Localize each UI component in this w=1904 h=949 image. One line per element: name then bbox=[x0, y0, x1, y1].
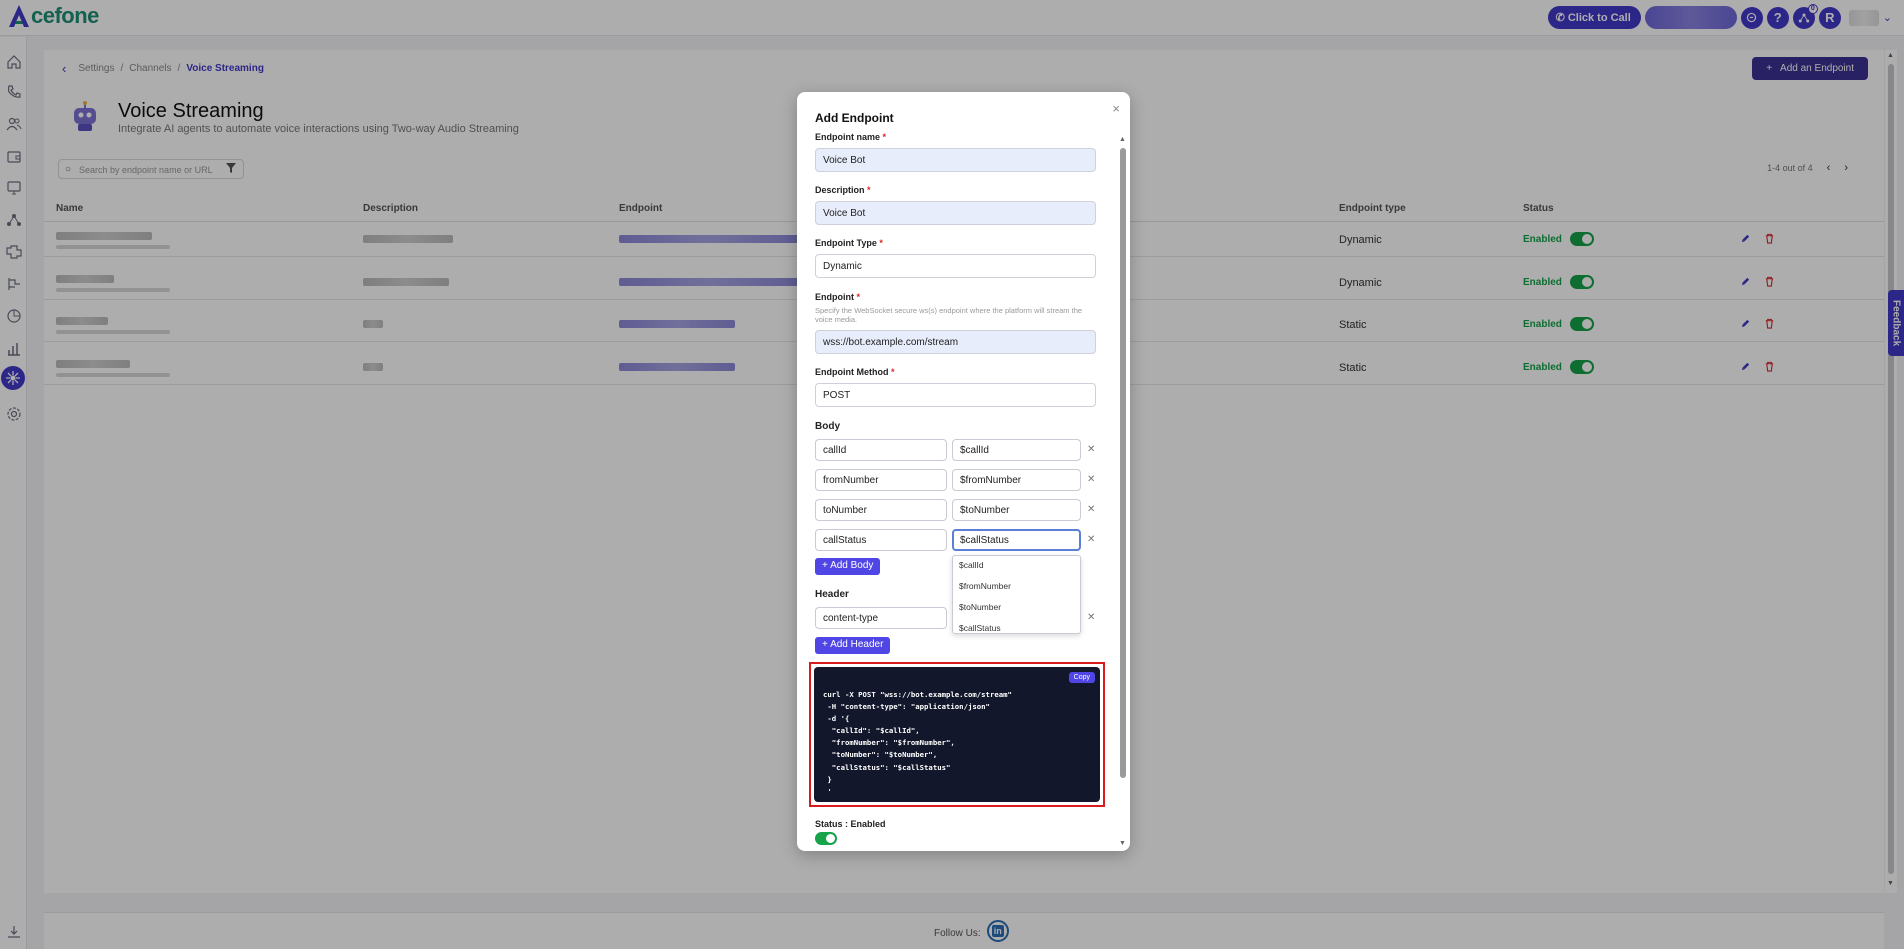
curl-code: curl -X POST "wss://bot.example.com/stre… bbox=[823, 690, 1012, 796]
description-input[interactable]: Voice Bot bbox=[815, 201, 1096, 225]
status-label: Status : Enabled bbox=[815, 819, 886, 829]
endpoint-hint: Specify the WebSocket secure ws(s) endpo… bbox=[815, 306, 1083, 325]
status-toggle[interactable] bbox=[815, 832, 837, 845]
remove-icon[interactable]: ✕ bbox=[1087, 474, 1095, 485]
endpoint-name-input[interactable]: Voice Bot bbox=[815, 148, 1096, 172]
dropdown-option[interactable]: $fromNumber bbox=[959, 581, 1011, 591]
close-icon[interactable]: × bbox=[1112, 101, 1120, 116]
endpoint-method-select[interactable]: POST bbox=[815, 383, 1096, 407]
body-key-input[interactable]: toNumber bbox=[815, 499, 947, 521]
body-key-input[interactable]: fromNumber bbox=[815, 469, 947, 491]
description-label: Description * bbox=[815, 185, 871, 195]
add-body-button[interactable]: + Add Body bbox=[815, 558, 881, 575]
endpoint-url-input[interactable]: wss://bot.example.com/stream bbox=[815, 330, 1096, 354]
remove-icon[interactable]: ✕ bbox=[1087, 444, 1095, 455]
add-header-button[interactable]: + Add Header bbox=[815, 637, 891, 654]
dropdown-option[interactable]: $callStatus bbox=[959, 623, 1001, 633]
copy-button[interactable]: Copy bbox=[1068, 672, 1095, 683]
body-key-input[interactable]: callId bbox=[815, 439, 947, 461]
dropdown-option[interactable]: $toNumber bbox=[959, 602, 1001, 612]
header-key-input[interactable]: content-type bbox=[815, 607, 947, 629]
variable-suggestions-dropdown: $callId $fromNumber $toNumber $callStatu… bbox=[952, 555, 1081, 634]
body-value-input-focused[interactable]: $callStatus bbox=[952, 529, 1081, 551]
endpoint-label: Endpoint * bbox=[815, 292, 861, 302]
scroll-thumb[interactable] bbox=[1120, 148, 1126, 778]
scroll-down-icon[interactable]: ▼ bbox=[1119, 840, 1126, 847]
body-value-input[interactable]: $toNumber bbox=[952, 499, 1081, 521]
remove-icon[interactable]: ✕ bbox=[1087, 504, 1095, 515]
body-value-input[interactable]: $fromNumber bbox=[952, 469, 1081, 491]
curl-preview: Copy curl -X POST "wss://bot.example.com… bbox=[814, 667, 1100, 802]
add-endpoint-modal: Add Endpoint × Endpoint name * Voice Bot… bbox=[797, 92, 1130, 851]
header-section-title: Header bbox=[815, 589, 849, 600]
endpoint-name-label: Endpoint name * bbox=[815, 132, 887, 142]
remove-icon[interactable]: ✕ bbox=[1087, 612, 1095, 623]
body-value-input[interactable]: $callId bbox=[952, 439, 1081, 461]
body-section-title: Body bbox=[815, 421, 840, 432]
scroll-up-icon[interactable]: ▲ bbox=[1119, 136, 1126, 143]
body-key-input[interactable]: callStatus bbox=[815, 529, 947, 551]
curl-preview-highlight: Copy curl -X POST "wss://bot.example.com… bbox=[809, 662, 1105, 807]
remove-icon[interactable]: ✕ bbox=[1087, 534, 1095, 545]
dropdown-option[interactable]: $callId bbox=[959, 560, 984, 570]
modal-scrollbar[interactable]: ▲ ▼ bbox=[1119, 136, 1127, 847]
modal-title: Add Endpoint bbox=[815, 111, 894, 125]
endpoint-type-label: Endpoint Type * bbox=[815, 238, 883, 248]
endpoint-type-select[interactable]: Dynamic bbox=[815, 254, 1096, 278]
endpoint-method-label: Endpoint Method * bbox=[815, 367, 895, 377]
